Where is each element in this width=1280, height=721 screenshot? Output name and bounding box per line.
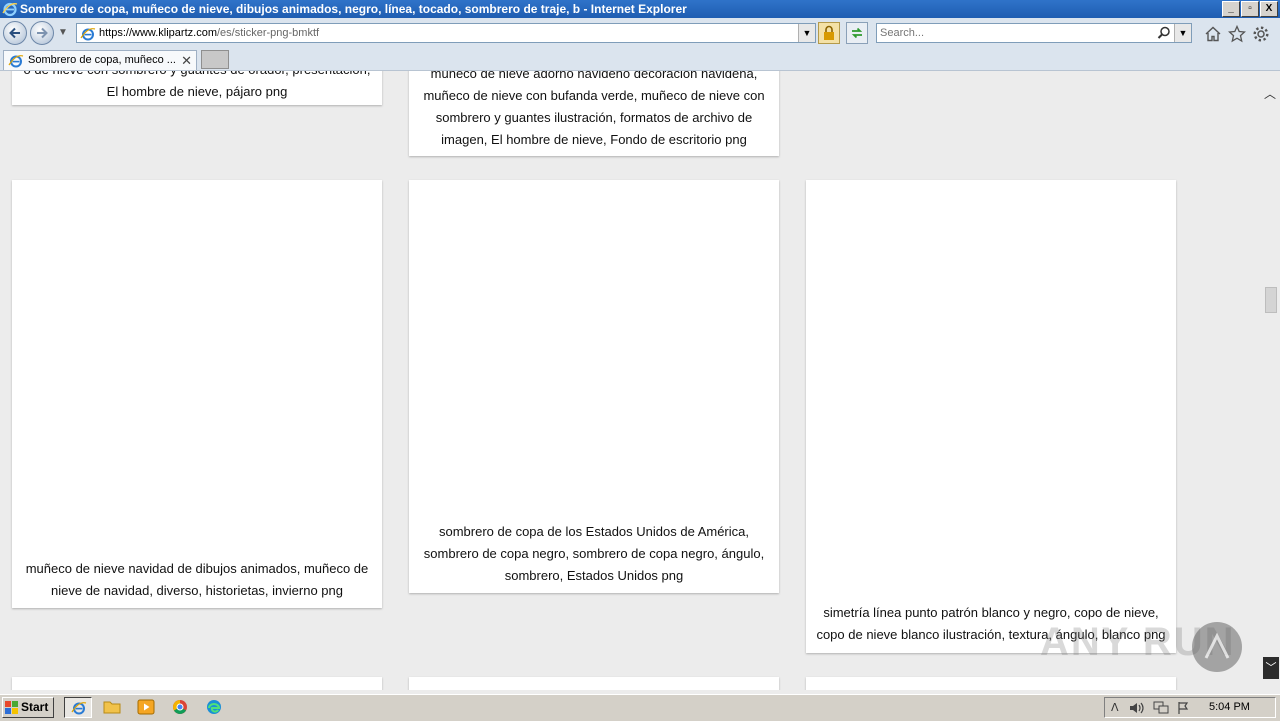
image-card[interactable]: muñeco de nieve adorno navideño decoraci…	[409, 71, 779, 156]
system-tray: ᐱ 5:04 PM	[1104, 697, 1276, 718]
address-bar[interactable]: https://www.klipartz.com/es/sticker-png-…	[76, 23, 816, 43]
start-button[interactable]: Start	[2, 697, 54, 718]
search-provider-dropdown[interactable]: ▼	[1174, 24, 1191, 42]
arrow-right-icon	[37, 27, 48, 39]
refresh-button[interactable]	[846, 22, 868, 44]
url-path: /es/sticker-png-bmktf	[216, 27, 320, 39]
search-icon[interactable]	[1157, 26, 1171, 40]
taskbar-chrome[interactable]	[166, 697, 194, 718]
internet-explorer-icon	[2, 2, 18, 17]
taskbar-media-player[interactable]	[132, 697, 160, 718]
folder-icon	[103, 701, 121, 714]
anyrun-play-logo-icon	[1192, 622, 1242, 672]
window-title: Sombrero de copa, muñeco de nieve, dibuj…	[20, 2, 687, 16]
image-card[interactable]: simetría línea punto patrón blanco y neg…	[806, 180, 1176, 653]
search-box[interactable]: ▼	[876, 23, 1192, 43]
search-input[interactable]	[880, 25, 1156, 41]
card-caption[interactable]: muñeco de nieve adorno navideño decoraci…	[413, 71, 775, 151]
home-icon[interactable]	[1204, 25, 1222, 43]
page-content[interactable]: o de nieve con sombrero y guantes de ora…	[0, 71, 1262, 690]
gear-icon[interactable]	[1252, 25, 1270, 43]
window-title-bar[interactable]: Sombrero de copa, muñeco de nieve, dibuj…	[0, 0, 1280, 18]
media-player-icon	[137, 699, 155, 715]
address-dropdown-button[interactable]: ▼	[798, 24, 815, 42]
minimize-button[interactable]: _	[1222, 1, 1240, 17]
back-button[interactable]	[3, 21, 27, 45]
start-label: Start	[21, 700, 49, 714]
edge-icon	[207, 700, 221, 714]
address-url[interactable]: https://www.klipartz.com/es/sticker-png-…	[99, 27, 319, 39]
taskbar: Start ᐱ 5:04 PM	[0, 694, 1280, 721]
taskbar-clock[interactable]: 5:04 PM	[1209, 701, 1250, 713]
action-center-flag-icon[interactable]	[1177, 701, 1191, 715]
image-card[interactable]	[409, 677, 779, 690]
tab-bar: Sombrero de copa, muñeco ... ✕	[0, 48, 1280, 71]
navigation-bar: ▼ https://www.klipartz.com/es/sticker-pn…	[0, 18, 1280, 48]
card-caption[interactable]: muñeco de nieve navidad de dibujos anima…	[16, 558, 378, 602]
page-scrollbar[interactable]: ︿ ﹀	[1262, 71, 1280, 690]
new-tab-button[interactable]	[201, 50, 229, 69]
image-card[interactable]	[806, 677, 1176, 690]
card-caption[interactable]: o de nieve con sombrero y guantes de ora…	[16, 71, 378, 103]
tab-favicon-icon	[8, 55, 24, 68]
taskbar-file-explorer[interactable]	[98, 697, 126, 718]
toolbar-icons	[1204, 25, 1270, 43]
scroll-up-icon[interactable]: ︿	[1264, 85, 1276, 102]
url-host: https://www.klipartz.com	[99, 27, 217, 39]
image-card[interactable]	[12, 677, 382, 690]
image-card[interactable]: muñeco de nieve navidad de dibujos anima…	[12, 180, 382, 608]
recent-pages-dropdown-icon[interactable]: ▼	[58, 27, 68, 38]
image-card[interactable]: o de nieve con sombrero y guantes de ora…	[12, 71, 382, 105]
network-icon[interactable]	[1153, 701, 1169, 715]
taskbar-edge[interactable]	[200, 697, 228, 718]
show-hidden-icons-icon[interactable]: ᐱ	[1111, 701, 1119, 714]
close-button[interactable]: X	[1260, 1, 1278, 17]
image-card[interactable]: sombrero de copa de los Estados Unidos d…	[409, 180, 779, 593]
chrome-icon	[173, 700, 187, 714]
favorites-star-icon[interactable]	[1228, 25, 1246, 43]
tab-label: Sombrero de copa, muñeco ...	[28, 54, 176, 66]
card-caption[interactable]: sombrero de copa de los Estados Unidos d…	[413, 521, 775, 587]
refresh-icon	[851, 27, 863, 39]
restore-button[interactable]: ▫	[1241, 1, 1259, 17]
tab-close-icon[interactable]: ✕	[181, 53, 192, 69]
page-favicon-icon	[80, 28, 96, 41]
internet-explorer-icon	[71, 702, 87, 715]
tab-active[interactable]: Sombrero de copa, muñeco ... ✕	[3, 50, 197, 70]
security-lock-button[interactable]	[818, 22, 840, 44]
window-controls: _ ▫ X	[1222, 1, 1278, 17]
scroll-down-button[interactable]: ﹀	[1263, 657, 1279, 679]
windows-flag-icon	[5, 701, 18, 714]
volume-icon[interactable]	[1129, 701, 1145, 715]
forward-button[interactable]	[30, 21, 54, 45]
arrow-left-icon	[9, 27, 20, 39]
lock-icon	[824, 25, 834, 40]
taskbar-internet-explorer[interactable]	[64, 697, 92, 718]
scroll-thumb[interactable]	[1265, 287, 1277, 313]
